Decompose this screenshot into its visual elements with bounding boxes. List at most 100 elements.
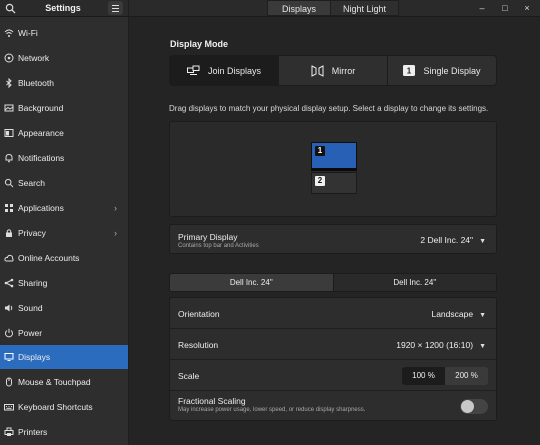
power-icon — [5, 328, 13, 338]
appearance-icon — [4, 129, 14, 137]
sidebar-item-online-accounts[interactable]: Online Accounts — [0, 246, 128, 270]
displays-panel: Display Mode Join Displays Mirror 1 Sing… — [130, 17, 540, 445]
scale-label: Scale — [178, 371, 200, 381]
single-display-label: Single Display — [423, 65, 481, 76]
sidebar-item-label: Printers — [18, 427, 48, 437]
printer-icon — [4, 427, 14, 436]
mirror-icon — [311, 64, 324, 77]
join-displays-label: Join Displays — [207, 65, 262, 76]
dropdown-arrow-icon: ▼ — [479, 238, 486, 245]
apps-icon — [5, 204, 13, 212]
share-icon — [4, 278, 14, 288]
primary-display-title: Primary Display — [178, 232, 238, 242]
sidebar-item-mouse-touchpad[interactable]: Mouse & Touchpad — [0, 370, 128, 394]
sidebar-header: Settings — [0, 0, 129, 17]
orientation-value: Landscape — [431, 309, 474, 319]
header-tabs: Displays Night Light — [267, 0, 399, 16]
primary-display-row[interactable]: Primary Display Contains top bar and Act… — [169, 224, 497, 254]
resolution-value: 1920 × 1200 (16:10) — [396, 340, 474, 350]
monitor-1[interactable]: 1 — [311, 142, 357, 171]
resolution-dropdown[interactable]: 1920 × 1200 (16:10) ▼ — [396, 340, 486, 350]
sidebar-item-label: Privacy — [18, 228, 46, 238]
scale-100-button[interactable]: 100 % — [402, 367, 445, 385]
sidebar: Wi-Fi Network Bluetooth Background Appea… — [0, 17, 129, 445]
scale-row: Scale 100 % 200 % — [170, 360, 496, 391]
bluetooth-icon — [6, 78, 12, 88]
monitor-number-badge: 2 — [315, 176, 325, 186]
sidebar-item-label: Notifications — [18, 153, 65, 163]
resolution-label: Resolution — [178, 340, 219, 350]
dropdown-arrow-icon: ▼ — [479, 343, 486, 350]
tab-displays[interactable]: Displays — [267, 0, 331, 16]
svg-text:1: 1 — [407, 67, 412, 76]
tab-night-light[interactable]: Night Light — [331, 0, 399, 16]
minimize-icon[interactable]: – — [476, 2, 488, 14]
sidebar-item-displays[interactable]: Displays — [0, 345, 128, 369]
mirror-button[interactable]: Mirror — [279, 56, 388, 85]
search-icon[interactable] — [5, 3, 16, 14]
tab-monitor-1[interactable]: Dell Inc. 24" — [170, 274, 333, 291]
display-arrangement-area: 1 2 — [169, 121, 497, 217]
sidebar-item-label: Mouse & Touchpad — [18, 377, 91, 387]
fractional-scaling-toggle[interactable] — [460, 399, 488, 414]
dropdown-arrow-icon: ▼ — [479, 312, 486, 319]
orientation-row[interactable]: Orientation Landscape ▼ — [170, 298, 496, 329]
toggle-knob — [461, 400, 474, 413]
bell-icon — [5, 153, 13, 163]
sidebar-item-label: Network — [18, 53, 50, 63]
sidebar-item-appearance[interactable]: Appearance — [0, 121, 128, 145]
sidebar-item-privacy[interactable]: Privacy › — [0, 221, 128, 245]
sidebar-item-label: Background — [18, 103, 64, 113]
sidebar-item-background[interactable]: Background — [0, 96, 128, 120]
sidebar-item-wifi[interactable]: Wi-Fi — [0, 21, 128, 45]
header-bar: Settings Displays Night Light – □ × — [0, 0, 540, 17]
maximize-icon[interactable]: □ — [499, 2, 511, 14]
background-icon — [4, 104, 14, 112]
tab-monitor-2[interactable]: Dell Inc. 24" — [332, 274, 496, 291]
sidebar-item-label: Wi-Fi — [18, 28, 38, 38]
fractional-scaling-row: Fractional Scaling May increase power us… — [170, 391, 496, 422]
resolution-row[interactable]: Resolution 1920 × 1200 (16:10) ▼ — [170, 329, 496, 360]
monitor-2[interactable]: 2 — [311, 172, 357, 194]
sidebar-item-label: Sound — [18, 303, 43, 313]
chevron-right-icon: › — [114, 228, 117, 238]
monitor-settings-list: Orientation Landscape ▼ Resolution 1920 ×… — [169, 297, 497, 421]
sidebar-item-label: Appearance — [18, 128, 64, 138]
primary-display-dropdown[interactable]: 2 Dell Inc. 24" ▼ — [420, 235, 486, 245]
join-displays-button[interactable]: Join Displays — [170, 56, 279, 85]
single-display-icon: 1 — [403, 65, 416, 76]
sidebar-item-power[interactable]: Power — [0, 321, 128, 345]
monitor-tabs: Dell Inc. 24" Dell Inc. 24" — [169, 273, 497, 292]
close-icon[interactable]: × — [521, 2, 533, 14]
sidebar-item-keyboard-shortcuts[interactable]: Keyboard Shortcuts — [0, 395, 128, 419]
sidebar-item-label: Keyboard Shortcuts — [18, 402, 93, 412]
mirror-label: Mirror — [331, 65, 356, 76]
sidebar-item-bluetooth[interactable]: Bluetooth — [0, 71, 128, 95]
sidebar-item-search[interactable]: Search — [0, 171, 128, 195]
search-icon — [4, 178, 14, 188]
primary-display-subtitle: Contains top bar and Activities — [178, 243, 259, 249]
orientation-dropdown[interactable]: Landscape ▼ — [431, 309, 486, 319]
network-icon — [4, 53, 14, 63]
sidebar-item-sharing[interactable]: Sharing — [0, 271, 128, 295]
sidebar-item-applications[interactable]: Applications › — [0, 196, 128, 220]
hamburger-menu-button[interactable] — [108, 1, 123, 15]
sidebar-item-label: Search — [18, 178, 45, 188]
sidebar-item-sound[interactable]: Sound — [0, 296, 128, 320]
sidebar-item-label: Displays — [18, 352, 51, 362]
chevron-right-icon: › — [114, 203, 117, 213]
scale-200-button[interactable]: 200 % — [445, 367, 488, 385]
sidebar-item-label: Sharing — [18, 278, 48, 288]
sidebar-item-label: Bluetooth — [18, 78, 54, 88]
sidebar-item-label: Power — [18, 328, 43, 338]
sidebar-item-printers[interactable]: Printers — [0, 420, 128, 444]
keyboard-icon — [4, 404, 14, 411]
display-icon — [4, 353, 14, 361]
sidebar-item-notifications[interactable]: Notifications — [0, 146, 128, 170]
single-display-button[interactable]: 1 Single Display — [388, 56, 496, 85]
fractional-scaling-subtitle: May increase power usage, lower speed, o… — [178, 407, 366, 413]
sidebar-item-network[interactable]: Network — [0, 46, 128, 70]
cloud-icon — [4, 254, 14, 262]
sidebar-item-label: Applications — [18, 203, 64, 213]
fractional-scaling-title: Fractional Scaling — [178, 396, 246, 406]
